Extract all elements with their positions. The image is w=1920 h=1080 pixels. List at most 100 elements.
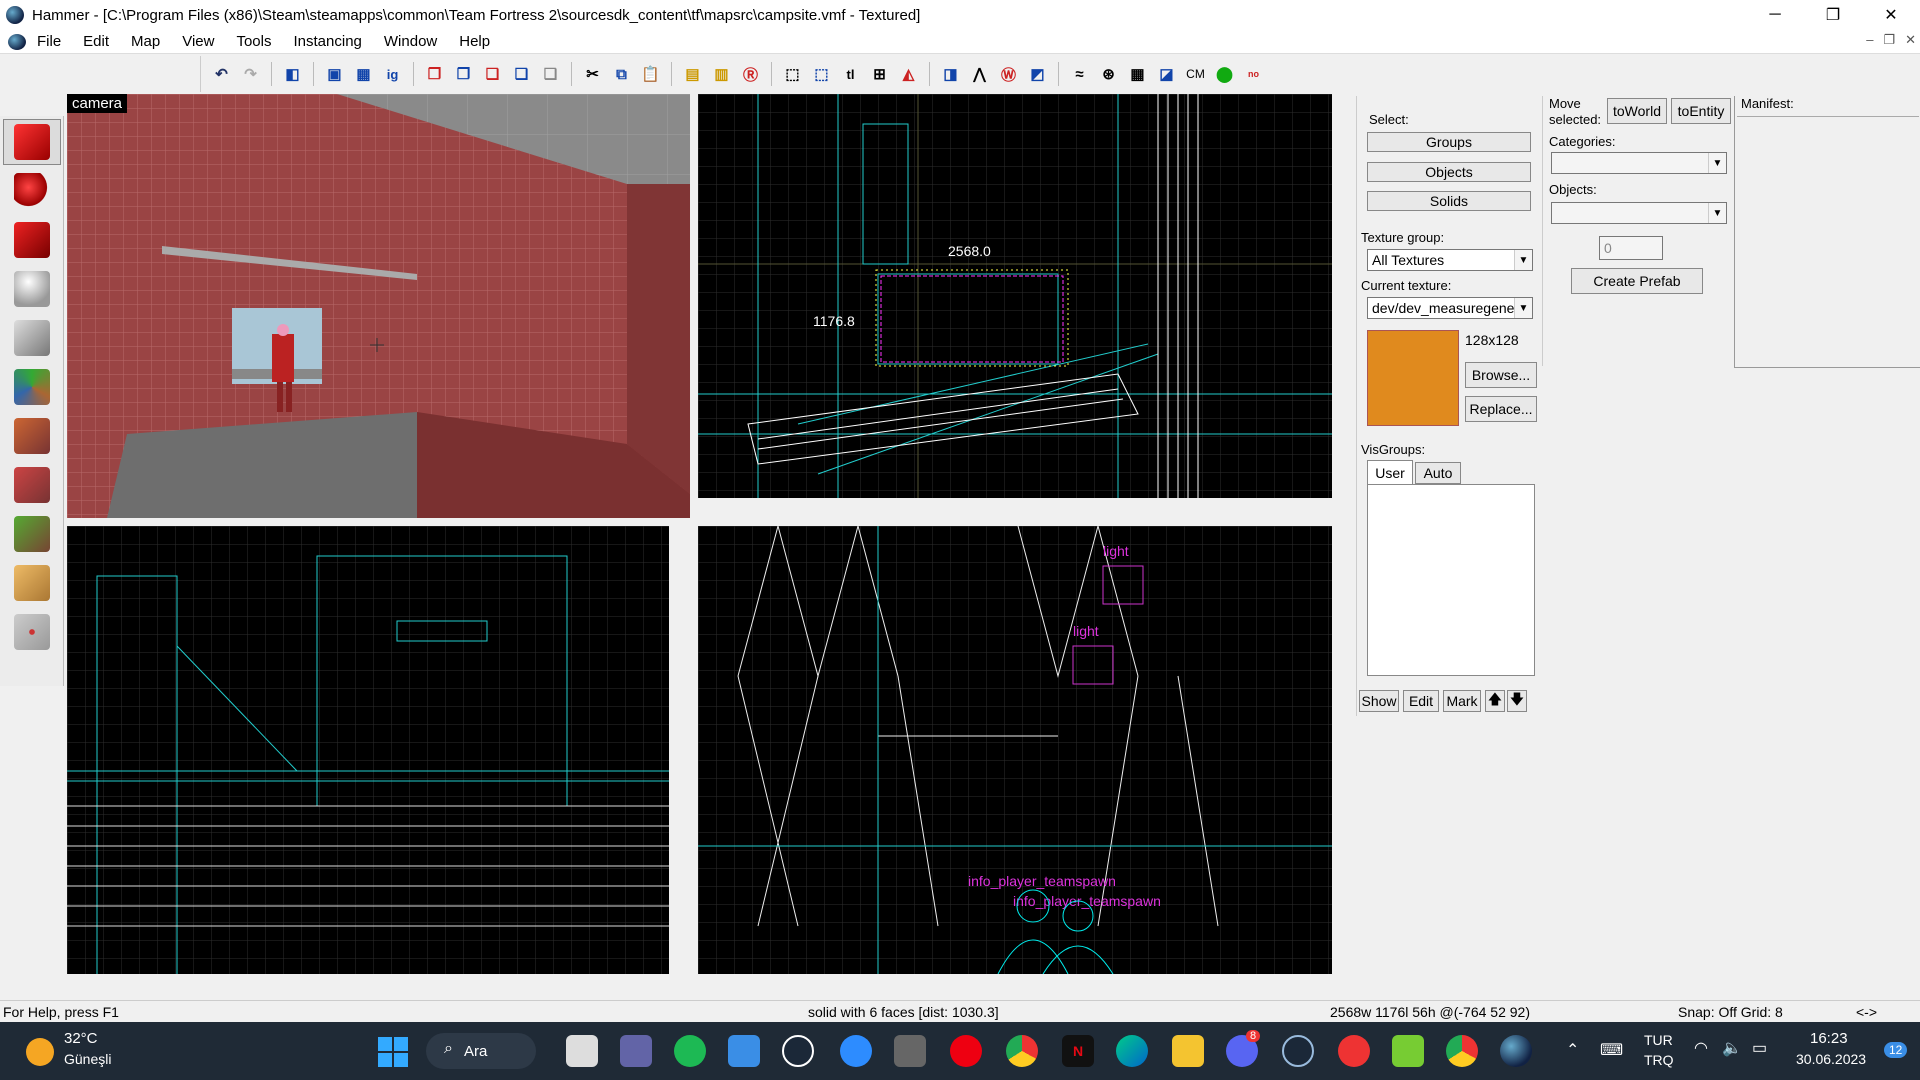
- move-down-icon[interactable]: 🡇: [1507, 690, 1527, 712]
- move-up-icon[interactable]: 🡅: [1485, 690, 1505, 712]
- menu-map[interactable]: Map: [120, 33, 171, 50]
- wifi-icon[interactable]: ◠: [1694, 1038, 1708, 1058]
- texture-group-select[interactable]: All Textures ▼: [1367, 249, 1533, 271]
- grid-icon[interactable]: ▦: [1125, 62, 1150, 87]
- smooth-icon[interactable]: ≈: [1067, 62, 1092, 87]
- opera-icon[interactable]: [950, 1035, 982, 1067]
- entity-report-icon[interactable]: ◨: [938, 62, 963, 87]
- menu-help[interactable]: Help: [448, 33, 501, 50]
- visgroups-mark-button[interactable]: Mark: [1443, 690, 1481, 712]
- redo-icon[interactable]: ↷: [238, 62, 263, 87]
- chrome-icon[interactable]: [1006, 1035, 1038, 1067]
- weather-temp[interactable]: 32°C: [64, 1030, 98, 1047]
- camera-view-label[interactable]: camera: [67, 94, 128, 113]
- spotify-icon[interactable]: [674, 1035, 706, 1067]
- chat-icon[interactable]: [620, 1035, 652, 1067]
- selection-box-icon[interactable]: ⬚: [809, 62, 834, 87]
- no-draw-icon[interactable]: no: [1241, 62, 1266, 87]
- block-tool[interactable]: [3, 315, 61, 361]
- carve-icon[interactable]: ◧: [280, 62, 305, 87]
- radius-culling-icon[interactable]: Ⓡ: [738, 62, 763, 87]
- xbox-icon[interactable]: [1392, 1035, 1424, 1067]
- replace-button[interactable]: Replace...: [1465, 396, 1537, 422]
- maximize-button[interactable]: ❐: [1804, 0, 1862, 30]
- chrome-2-icon[interactable]: [1446, 1035, 1478, 1067]
- visgroups-show-button[interactable]: Show: [1359, 690, 1399, 712]
- visgroups-list[interactable]: [1367, 484, 1535, 676]
- select-groups-button[interactable]: Groups: [1367, 132, 1531, 152]
- create-prefab-button[interactable]: Create Prefab: [1571, 268, 1703, 294]
- menu-edit[interactable]: Edit: [72, 33, 120, 50]
- volume-icon[interactable]: 🔈: [1722, 1038, 1742, 1058]
- store-icon[interactable]: [728, 1035, 760, 1067]
- menu-instancing[interactable]: Instancing: [283, 33, 373, 50]
- manifest-list[interactable]: [1737, 116, 1919, 366]
- zoom-icon[interactable]: [840, 1035, 872, 1067]
- calculator-icon[interactable]: [894, 1035, 926, 1067]
- entity-tool[interactable]: [3, 266, 61, 312]
- visgroups-tab-user[interactable]: User: [1367, 460, 1413, 484]
- compile-icon[interactable]: ⬤: [1212, 62, 1237, 87]
- menu-file[interactable]: File: [26, 33, 72, 50]
- to-world-button[interactable]: toWorld: [1607, 98, 1667, 124]
- overlay-tool[interactable]: [3, 511, 61, 557]
- notification-badge[interactable]: 12: [1884, 1042, 1908, 1058]
- camera-viewport[interactable]: [67, 94, 690, 518]
- battery-icon[interactable]: ▭: [1752, 1038, 1767, 1058]
- mdi-minimize-button[interactable]: –: [1866, 32, 1873, 48]
- camera-tool[interactable]: [3, 217, 61, 263]
- vertex-tool[interactable]: [3, 609, 61, 655]
- alignment-icon[interactable]: ⊞: [867, 62, 892, 87]
- unhide-icon[interactable]: ❏: [480, 62, 505, 87]
- objects-select[interactable]: ▼: [1551, 202, 1727, 224]
- copy-icon[interactable]: ⧉: [609, 62, 634, 87]
- visgroup-icon[interactable]: ❏: [509, 62, 534, 87]
- weather-desc[interactable]: Güneşli: [64, 1051, 111, 1067]
- browse-button[interactable]: Browse...: [1465, 362, 1537, 388]
- toggle-grid-icon[interactable]: ⬚: [780, 62, 805, 87]
- menu-view[interactable]: View: [171, 33, 225, 50]
- front-viewport[interactable]: [67, 526, 669, 974]
- chevron-up-icon[interactable]: ⌃: [1566, 1040, 1579, 1060]
- side-viewport[interactable]: light light info_player_teamspawn info_p…: [698, 526, 1332, 974]
- steam-2-icon[interactable]: [1282, 1035, 1314, 1067]
- hide-selected-icon[interactable]: ❐: [422, 62, 447, 87]
- mdi-close-button[interactable]: ✕: [1905, 32, 1916, 48]
- language-bottom[interactable]: TRQ: [1644, 1052, 1674, 1068]
- paste-icon[interactable]: 📋: [638, 62, 663, 87]
- language-top[interactable]: TUR: [1644, 1032, 1673, 1048]
- visgroups-tab-auto[interactable]: Auto: [1415, 462, 1461, 484]
- top-viewport[interactable]: 2568.0 1176.8: [698, 94, 1332, 498]
- cordon-icon[interactable]: ⋀: [967, 62, 992, 87]
- undo-icon[interactable]: ↶: [209, 62, 234, 87]
- file-explorer-icon[interactable]: [1172, 1035, 1204, 1067]
- check-map-icon[interactable]: ◩: [1025, 62, 1050, 87]
- texture-lock-icon[interactable]: ▤: [680, 62, 705, 87]
- visgroups-edit-button[interactable]: Edit: [1403, 690, 1439, 712]
- selection-tool[interactable]: [2, 119, 61, 165]
- menu-window[interactable]: Window: [373, 33, 448, 50]
- close-button[interactable]: ✕: [1862, 0, 1920, 30]
- clock-date[interactable]: 30.06.2023: [1796, 1051, 1866, 1067]
- hide-unselected-icon[interactable]: ❐: [451, 62, 476, 87]
- helpers-icon[interactable]: tl: [838, 62, 863, 87]
- keyboard-icon[interactable]: ⌨: [1600, 1040, 1623, 1060]
- visgroup-2-icon[interactable]: ❏: [538, 62, 563, 87]
- minimize-button[interactable]: ─: [1746, 0, 1804, 30]
- magnify-tool[interactable]: [3, 168, 61, 214]
- start-icon[interactable]: [378, 1037, 408, 1067]
- ungroup-icon[interactable]: ▦: [351, 62, 376, 87]
- edge-icon[interactable]: [1116, 1035, 1148, 1067]
- clock-time[interactable]: 16:23: [1810, 1030, 1848, 1047]
- steam-icon[interactable]: [782, 1035, 814, 1067]
- ea-icon[interactable]: [1338, 1035, 1370, 1067]
- object-count-stepper[interactable]: 0: [1599, 236, 1663, 260]
- document-icon[interactable]: [8, 33, 26, 50]
- cut-icon[interactable]: ✂: [580, 62, 605, 87]
- categories-select[interactable]: ▼: [1551, 152, 1727, 174]
- netflix-icon[interactable]: N: [1062, 1035, 1094, 1067]
- ignore-groups-icon[interactable]: ig: [380, 62, 405, 87]
- to-entity-button[interactable]: toEntity: [1671, 98, 1731, 124]
- cubemap-icon[interactable]: CM: [1183, 62, 1208, 87]
- texture-preview[interactable]: [1367, 330, 1459, 426]
